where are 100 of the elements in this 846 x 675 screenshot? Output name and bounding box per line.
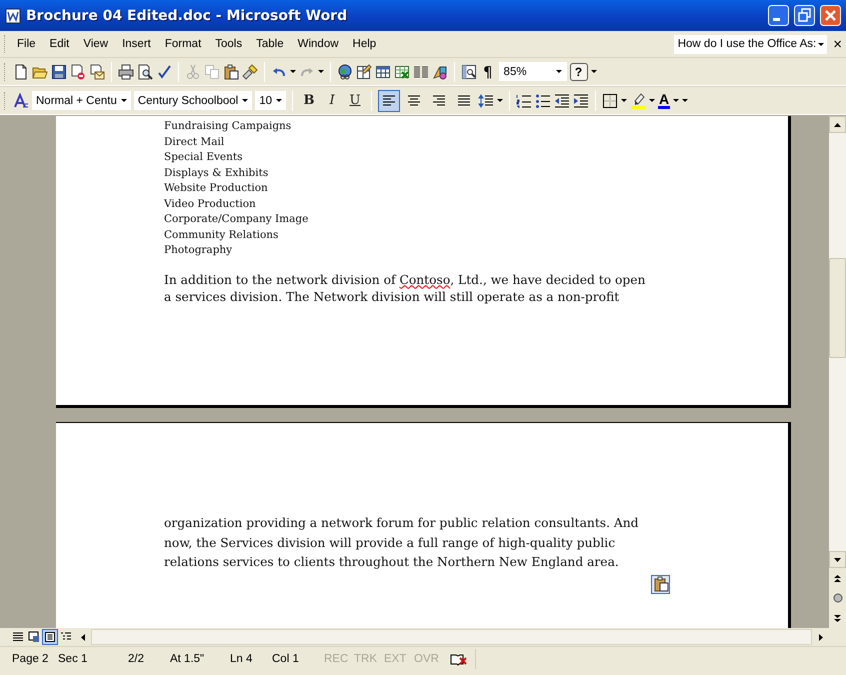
menu-item[interactable]: Table (249, 36, 291, 52)
close-button[interactable]: × (833, 36, 842, 52)
bold-button[interactable]: B (299, 90, 320, 110)
status-text: Sec 1 (58, 653, 88, 665)
spreadsheet-icon[interactable] (394, 64, 410, 80)
align-left-icon[interactable] (381, 92, 398, 108)
caret-icon[interactable] (318, 70, 324, 73)
font-size-dropdown[interactable]: 10 (255, 91, 286, 110)
scroll-up-button[interactable] (829, 116, 846, 133)
styles-icon[interactable] (13, 92, 29, 108)
save-icon[interactable] (51, 64, 67, 80)
caret-icon[interactable] (556, 70, 562, 73)
globe-icon[interactable] (337, 64, 353, 80)
align-center-icon[interactable] (406, 92, 422, 108)
list-item: Community Relations (164, 228, 280, 242)
printer-icon[interactable] (118, 64, 134, 80)
caret-icon[interactable] (818, 42, 824, 46)
previous-page-icon[interactable] (833, 574, 842, 582)
paragraph: organization providing a network forum for public relation consultants. And now, the Services division will provide a full range of high-quality public relations services to clients throughout the Northern New England area. (164, 515, 640, 571)
table-pencil-icon[interactable] (356, 64, 372, 80)
list-item: Photography (164, 243, 234, 258)
menu-item[interactable]: Insert (115, 36, 158, 52)
caret-icon[interactable] (242, 99, 248, 102)
down-arrow-icon (833, 556, 842, 562)
paintbrush-icon[interactable] (242, 64, 258, 80)
paragraph: In addition to the network division of Contoso, Ltd., we have decided to open a services division. The Network division will still operate as a non-profit (164, 272, 646, 306)
caret-icon[interactable] (621, 99, 628, 102)
list-item: Direct Mail (164, 134, 226, 150)
underline-button[interactable]: U (345, 90, 366, 110)
web-layout-icon[interactable] (28, 631, 40, 643)
line-spacing-icon[interactable] (478, 92, 494, 108)
help-search-field[interactable]: How do I use the Office As: (674, 34, 828, 54)
word-document-icon (5, 8, 21, 24)
status-text: EXT (384, 653, 408, 665)
page-layout-icon[interactable] (44, 631, 56, 643)
circle-icon[interactable] (832, 593, 842, 603)
help-button[interactable]: ? (570, 62, 588, 80)
scrollbar-thumb[interactable] (829, 258, 846, 358)
print-preview-icon[interactable] (137, 64, 153, 80)
list-item: Website Production (164, 181, 269, 196)
caret-icon[interactable] (590, 70, 597, 73)
caret-icon[interactable] (120, 99, 127, 102)
close-icon[interactable] (820, 5, 841, 26)
book-error-icon[interactable] (450, 652, 467, 666)
permission-icon[interactable] (70, 64, 86, 80)
font-dropdown[interactable]: Century Schoolbool (134, 91, 252, 110)
restore-icon[interactable] (794, 5, 815, 26)
window-title: Brochure 04 Edited.doc - Microsoft Word (26, 8, 348, 24)
right-arrow-icon (818, 632, 824, 642)
status-text: TRK (354, 653, 378, 665)
increase-indent-icon[interactable] (573, 92, 590, 108)
lines-icon[interactable] (12, 631, 24, 643)
justify-icon[interactable] (456, 92, 472, 108)
clipboard-icon[interactable] (223, 64, 239, 80)
list-item: Displays & Exhibits (164, 166, 270, 180)
menu-item[interactable]: View (76, 36, 116, 52)
borders-icon[interactable] (602, 92, 618, 108)
new-document-icon[interactable] (13, 64, 29, 80)
document-map-icon[interactable] (461, 64, 477, 80)
status-text: 2/2 (128, 653, 145, 665)
menu-item[interactable]: Edit (42, 36, 76, 52)
next-page-icon[interactable] (833, 614, 842, 622)
caret-icon[interactable] (497, 99, 504, 102)
menu-item[interactable]: Help (346, 36, 384, 52)
menu-item[interactable]: Format (158, 36, 208, 52)
zoom-dropdown[interactable]: 85% (498, 62, 567, 81)
left-arrow-icon (80, 632, 86, 642)
columns-icon[interactable] (413, 64, 429, 80)
numbered-list-icon[interactable] (516, 92, 532, 108)
bulleted-list-icon[interactable] (535, 92, 552, 108)
list-item: Video Production (164, 196, 257, 212)
paste-options-button[interactable] (651, 574, 670, 594)
check-icon[interactable] (156, 64, 172, 80)
align-right-icon[interactable] (431, 92, 448, 108)
scroll-down-button[interactable] (829, 551, 846, 568)
caret-icon[interactable] (649, 99, 656, 102)
status-text: Ln 4 (230, 653, 254, 665)
caret-icon[interactable] (290, 70, 296, 73)
font-color-button[interactable]: A (658, 92, 670, 108)
menu-item[interactable]: File (10, 36, 43, 52)
up-arrow-icon (833, 122, 842, 128)
decrease-indent-icon[interactable] (554, 92, 570, 108)
status-text: At 1.5" (170, 653, 206, 665)
highlighter-icon[interactable] (630, 92, 646, 108)
list-item: Special Events (164, 150, 244, 165)
italic-button[interactable]: I (322, 90, 342, 110)
minimize-icon[interactable] (768, 5, 789, 26)
menu-item[interactable]: Window (290, 36, 346, 52)
email-icon[interactable] (89, 64, 105, 80)
show-formatting-button[interactable]: ¶ (480, 62, 496, 80)
clipboard-icon (652, 576, 668, 592)
table-icon[interactable] (375, 64, 391, 80)
list-item: Fundraising Campaigns (164, 119, 292, 134)
status-text: OVR (414, 653, 440, 665)
caret-icon[interactable] (276, 99, 282, 102)
status-text: Col 1 (272, 653, 300, 665)
style-dropdown[interactable]: Normal + Centu (32, 91, 131, 110)
menu-item[interactable]: Tools (208, 36, 250, 52)
drawing-icon[interactable] (432, 64, 448, 80)
status-text: Page 2 (12, 653, 50, 665)
